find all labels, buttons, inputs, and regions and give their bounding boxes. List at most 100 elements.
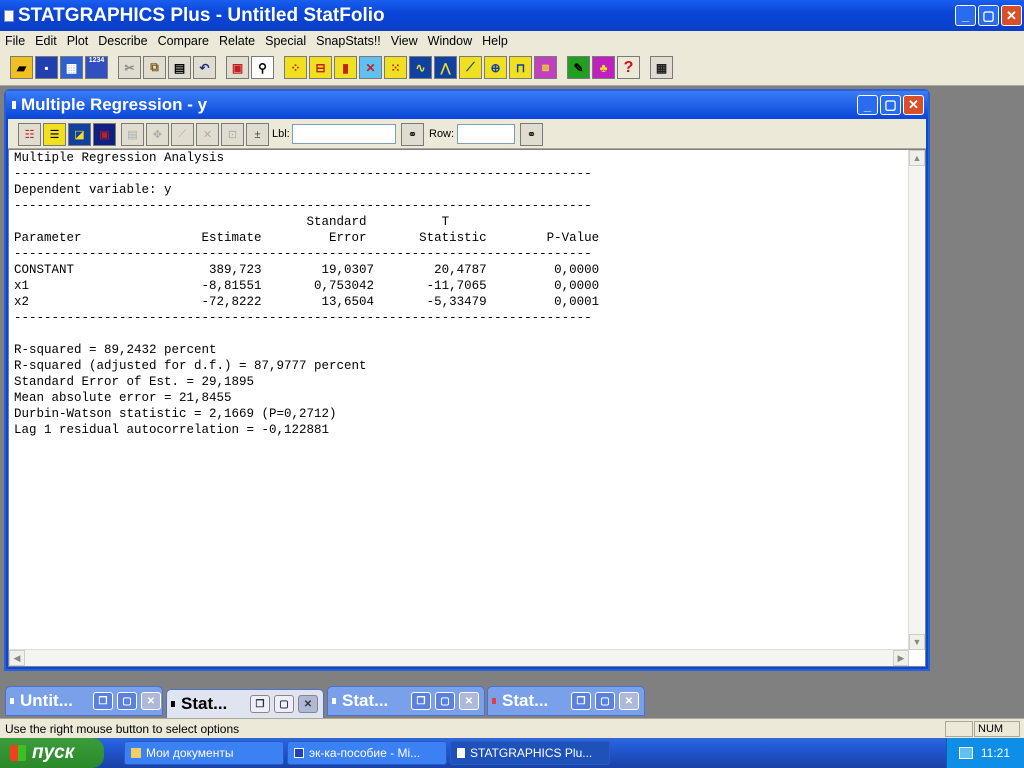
find-label-binoculars-icon[interactable]: ⚭ [401, 123, 424, 146]
start-button[interactable]: пуск [0, 738, 104, 768]
scroll-up-icon[interactable]: ▲ [909, 150, 925, 166]
calculator-icon[interactable]: ▦ [650, 56, 673, 79]
taskbar: пуск Мои документы эк-ка-пособие - Mi...… [0, 738, 1024, 768]
window-menu-icon[interactable] [332, 698, 336, 704]
folder-icon [131, 748, 141, 758]
dependent-variable: Dependent variable: y [14, 183, 172, 197]
trend-icon[interactable]: ⟋ [459, 56, 482, 79]
menu-window[interactable]: Window [423, 34, 477, 48]
cut-icon[interactable]: ✂ [118, 56, 141, 79]
statadvisor-icon[interactable]: ✎ [567, 56, 590, 79]
task-my-documents[interactable]: Мои документы [124, 741, 284, 765]
graphical-options-icon[interactable]: ◪ [68, 123, 91, 146]
boxplot-icon[interactable]: ⊟ [309, 56, 332, 79]
table-row: CONSTANT 389,723 19,0307 20,4787 0,0000 [14, 263, 600, 277]
matrix-plot-icon[interactable]: ⁙ [384, 56, 407, 79]
app-title: STATGRAPHICS Plus - Untitled StatFolio [18, 4, 385, 26]
datafile-icon[interactable]: 1234 [85, 56, 108, 79]
save-icon[interactable]: ▪ [35, 56, 58, 79]
minimize-button[interactable]: _ [955, 5, 976, 26]
xy-plot-icon[interactable]: ✕ [359, 56, 382, 79]
child-minimize-button[interactable]: _ [857, 95, 878, 115]
close-icon[interactable]: ✕ [459, 692, 479, 710]
menu-relate[interactable]: Relate [214, 34, 260, 48]
print-icon[interactable]: ▣ [226, 56, 249, 79]
minimized-window-untitled[interactable]: Untit... ❐ ▢ ✕ [5, 686, 163, 716]
plus-minus-icon[interactable]: ± [246, 123, 269, 146]
close-button[interactable]: ✕ [1001, 5, 1022, 26]
find-row-binoculars-icon[interactable]: ⚭ [520, 123, 543, 146]
menu-compare[interactable]: Compare [153, 34, 214, 48]
vertical-scrollbar[interactable]: ▲ ▼ [908, 150, 925, 650]
maximize-icon[interactable]: ▢ [595, 692, 615, 710]
menu-file[interactable]: File [0, 34, 30, 48]
window-menu-icon[interactable] [10, 698, 14, 704]
restore-icon[interactable]: ❐ [250, 695, 270, 713]
task-word-document[interactable]: эк-ка-пособие - Mi... [287, 741, 447, 765]
close-icon[interactable]: ✕ [298, 695, 318, 713]
menu-bar: File Edit Plot Describe Compare Relate S… [0, 31, 1024, 51]
child-close-button[interactable]: ✕ [903, 95, 924, 115]
input-dialog-icon[interactable]: ☷ [18, 123, 41, 146]
save-results-icon[interactable]: ▣ [93, 123, 116, 146]
scroll-left-icon[interactable]: ◀ [9, 650, 25, 666]
restore-icon[interactable]: ❐ [571, 692, 591, 710]
status-bar: Use the right mouse button to select opt… [0, 718, 1024, 738]
window-menu-icon[interactable] [12, 101, 16, 109]
window-menu-icon[interactable] [171, 701, 175, 707]
row-input[interactable] [457, 124, 515, 144]
app-icon[interactable] [4, 9, 14, 22]
histogram-icon[interactable]: ▮ [334, 56, 357, 79]
undo-icon[interactable]: ↶ [193, 56, 216, 79]
scroll-down-icon[interactable]: ▼ [909, 634, 925, 650]
output-separator: ----------------------------------------… [14, 167, 592, 181]
distribution-icon[interactable]: ⋀ [434, 56, 457, 79]
child-titlebar[interactable]: Multiple Regression - y _ ▢ ✕ [6, 91, 928, 119]
menu-plot[interactable]: Plot [62, 34, 94, 48]
minimized-window-stat-2[interactable]: Stat... ❐ ▢ ✕ [327, 686, 485, 716]
horizontal-scrollbar[interactable]: ◀ ▶ [9, 649, 909, 666]
spreadsheet-icon[interactable]: ▦ [60, 56, 83, 79]
menu-help[interactable]: Help [477, 34, 513, 48]
statwizard-icon[interactable]: ♣ [592, 56, 615, 79]
gallery-icon[interactable]: ▥ [534, 56, 557, 79]
paste-icon[interactable]: ▤ [168, 56, 191, 79]
task-statgraphics[interactable]: STATGRAPHICS Plu... [450, 741, 610, 765]
maximize-icon[interactable]: ▢ [274, 695, 294, 713]
window-menu-icon[interactable] [492, 698, 496, 704]
restore-icon[interactable]: ❐ [411, 692, 431, 710]
menu-view[interactable]: View [386, 34, 423, 48]
globe-icon[interactable]: ⊕ [484, 56, 507, 79]
tabular-options-icon[interactable]: ☰ [43, 123, 66, 146]
jitter-icon: ✥ [146, 123, 169, 146]
durbin-watson: Durbin-Watson statistic = 2,1669 (P=0,27… [14, 407, 337, 421]
help-icon[interactable]: ? [617, 56, 640, 79]
minimized-window-stat-3[interactable]: Stat... ❐ ▢ ✕ [487, 686, 645, 716]
scroll-right-icon[interactable]: ▶ [893, 650, 909, 666]
network-icon[interactable] [958, 747, 973, 759]
clock[interactable]: 11:21 [981, 746, 1010, 760]
line-chart-icon[interactable]: ∿ [409, 56, 432, 79]
windows-logo-icon [10, 745, 26, 761]
close-icon[interactable]: ✕ [141, 692, 161, 710]
maximize-icon[interactable]: ▢ [435, 692, 455, 710]
restore-icon[interactable]: ❐ [93, 692, 113, 710]
control-chart-icon[interactable]: ⊓ [509, 56, 532, 79]
copy-icon[interactable]: ⧉ [143, 56, 166, 79]
app-titlebar[interactable]: STATGRAPHICS Plus - Untitled StatFolio _… [0, 0, 1024, 31]
menu-snapstats[interactable]: SnapStats!! [311, 34, 386, 48]
minimized-window-stat-1[interactable]: Stat... ❐ ▢ ✕ [166, 689, 324, 719]
output-pane[interactable]: Multiple Regression Analysis ------------… [8, 149, 926, 667]
statgraphics-icon [457, 748, 465, 758]
maximize-button[interactable]: ▢ [978, 5, 999, 26]
maximize-icon[interactable]: ▢ [117, 692, 137, 710]
open-folder-icon[interactable]: ▰ [10, 56, 33, 79]
scatterplot-icon[interactable]: ⁘ [284, 56, 307, 79]
print-preview-icon[interactable]: ⚲ [251, 56, 274, 79]
menu-special[interactable]: Special [260, 34, 311, 48]
child-maximize-button[interactable]: ▢ [880, 95, 901, 115]
lbl-input[interactable] [292, 124, 396, 144]
menu-edit[interactable]: Edit [30, 34, 62, 48]
close-icon[interactable]: ✕ [619, 692, 639, 710]
menu-describe[interactable]: Describe [93, 34, 152, 48]
